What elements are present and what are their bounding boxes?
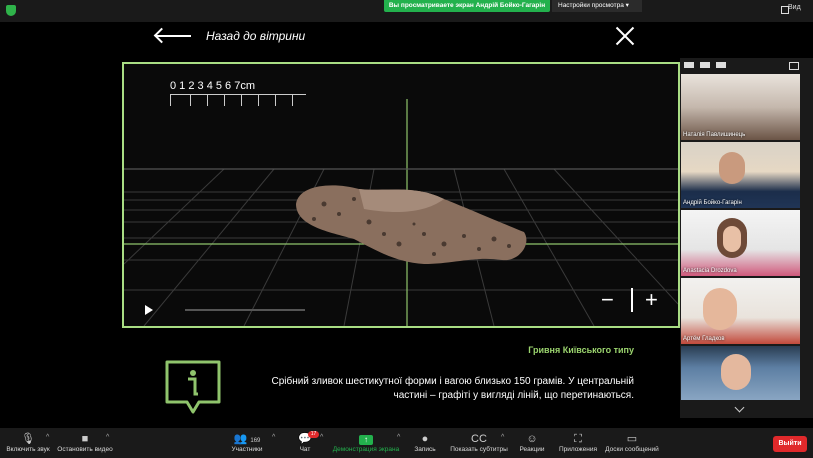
view-settings-label: Настройки просмотра: [558, 2, 624, 9]
scale-ruler-label: 0 1 2 3 4 5 6 7cm: [170, 80, 255, 92]
whiteboard-label: Доски сообщений: [605, 446, 659, 453]
zoom-out-button[interactable]: −: [601, 289, 614, 311]
record-icon: ●: [421, 433, 429, 445]
zoom-separator: [631, 288, 633, 312]
participant-tile[interactable]: [681, 210, 800, 276]
ruler-tick: [241, 94, 242, 106]
chat-label: Чат: [299, 446, 311, 453]
stop-video-label: Остановить видео: [57, 446, 113, 453]
zoom-in-button[interactable]: +: [645, 289, 658, 311]
meeting-toolbar: [0, 428, 813, 458]
exhibit-title: Гривня Київського типу: [528, 345, 634, 355]
play-icon[interactable]: [145, 305, 153, 315]
participant-name: Anastacia Drozdova: [683, 268, 737, 274]
unmute-button[interactable]: 🎙 Включить звук: [4, 432, 52, 456]
view-settings-dropdown[interactable]: Настройки просмотра ▾: [552, 0, 642, 12]
participants-button[interactable]: 👥 169 Участники: [225, 432, 269, 456]
participant-name: Артём Гладков: [683, 336, 725, 342]
reactions-label: Реакции: [519, 446, 545, 453]
smiley-icon: ☺: [526, 433, 538, 445]
participant-tile[interactable]: [681, 278, 800, 344]
hide-panel-icon[interactable]: [789, 62, 799, 70]
screen-share-banner: Вы просматриваете экран Андрій Бойко-Гаг…: [384, 0, 550, 12]
ruler-tick: [275, 94, 276, 106]
chat-unread-badge: 17: [308, 431, 319, 438]
share-screen-icon: ↑: [359, 435, 373, 445]
ruler-tick: [190, 94, 191, 106]
chat-options-chevron-icon[interactable]: ^: [320, 434, 323, 441]
reactions-button[interactable]: ☺ Реакции: [515, 432, 549, 456]
participants-icon: 👥 169: [233, 433, 261, 445]
video-options-chevron-icon[interactable]: ^: [106, 434, 109, 441]
leave-button[interactable]: Выйти: [773, 436, 807, 452]
participant-tile[interactable]: [681, 142, 800, 208]
microphone-muted-icon: 🎙: [21, 433, 35, 445]
apps-icon: ⛶: [574, 433, 582, 445]
ruler-tick: [224, 94, 225, 106]
participant-tile[interactable]: [681, 346, 800, 400]
speaker-view-icon[interactable]: [700, 62, 710, 68]
chevron-down-icon: ▾: [625, 2, 629, 9]
unmute-label: Включить звук: [6, 446, 50, 453]
participants-options-chevron-icon[interactable]: ^: [272, 434, 275, 441]
share-screen-button[interactable]: ↑ Демонстрация экрана: [330, 432, 402, 456]
security-shield-icon[interactable]: [6, 5, 16, 16]
participants-label: Участники: [231, 446, 263, 453]
close-icon[interactable]: [615, 26, 635, 46]
subtitles-options-chevron-icon[interactable]: ^: [501, 434, 504, 441]
whiteboard-icon: ▭: [626, 433, 638, 445]
participant-name: Наталія Павлишинець: [683, 132, 746, 138]
face-shape: [721, 354, 751, 390]
ruler-tick: [292, 94, 293, 106]
exhibit-description: Срібний зливок шестикутної форми і вагою…: [271, 376, 634, 401]
face-shape: [703, 288, 737, 330]
gallery-view-icon[interactable]: [684, 62, 694, 68]
rotation-progress-bar[interactable]: [185, 309, 305, 311]
info-icon: [165, 360, 221, 414]
view-button[interactable]: Вид: [788, 4, 801, 11]
face-shape: [719, 152, 745, 184]
record-label: Запись: [414, 446, 436, 453]
audio-options-chevron-icon[interactable]: ^: [46, 434, 49, 441]
share-screen-label: Демонстрация экрана: [332, 446, 400, 453]
share-options-chevron-icon[interactable]: ^: [397, 434, 400, 441]
subtitles-label: Показать субтитры: [450, 446, 508, 453]
back-to-showcase-link[interactable]: Назад до вітрини: [206, 29, 305, 43]
record-button[interactable]: ● Запись: [410, 432, 440, 456]
participant-tile[interactable]: [681, 74, 800, 140]
participant-name: Андрій Бойко-Гагарін: [683, 200, 742, 206]
apps-button[interactable]: ⛶ Приложения: [556, 432, 600, 456]
strip-view-icon[interactable]: [716, 62, 726, 68]
participants-count: 169: [250, 438, 261, 444]
back-arrow-icon[interactable]: [155, 35, 191, 37]
ruler-tick: [207, 94, 208, 106]
silver-ingot-image: [296, 185, 527, 264]
whiteboard-button[interactable]: ▭ Доски сообщений: [602, 432, 662, 456]
ruler-tick: [258, 94, 259, 106]
apps-label: Приложения: [558, 446, 598, 453]
ruler-tick: [170, 94, 171, 106]
face-shape: [723, 226, 741, 252]
